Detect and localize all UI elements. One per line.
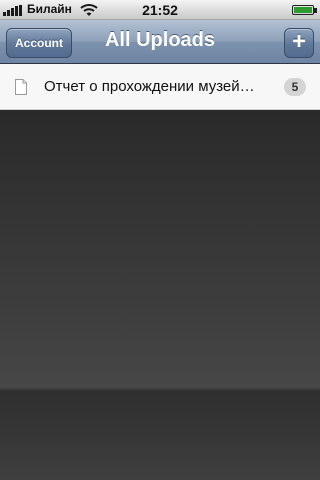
plus-icon: + xyxy=(291,28,306,55)
status-time: 21:52 xyxy=(142,2,178,18)
empty-list-area xyxy=(0,110,320,480)
page-title: All Uploads xyxy=(104,29,215,51)
add-upload-button[interactable]: + xyxy=(284,28,314,58)
battery-tip xyxy=(314,8,317,13)
upload-list-item[interactable]: Отчет о прохождении музей… 5 xyxy=(0,64,320,110)
upload-title: Отчет о прохождении музей… xyxy=(44,78,255,95)
document-icon xyxy=(15,79,27,95)
navigation-bar: Account All Uploads + xyxy=(0,20,320,64)
status-bar: Билайн 21:52 xyxy=(0,0,320,20)
upload-count-badge: 5 xyxy=(284,78,306,96)
battery-charging-icon xyxy=(292,5,314,15)
